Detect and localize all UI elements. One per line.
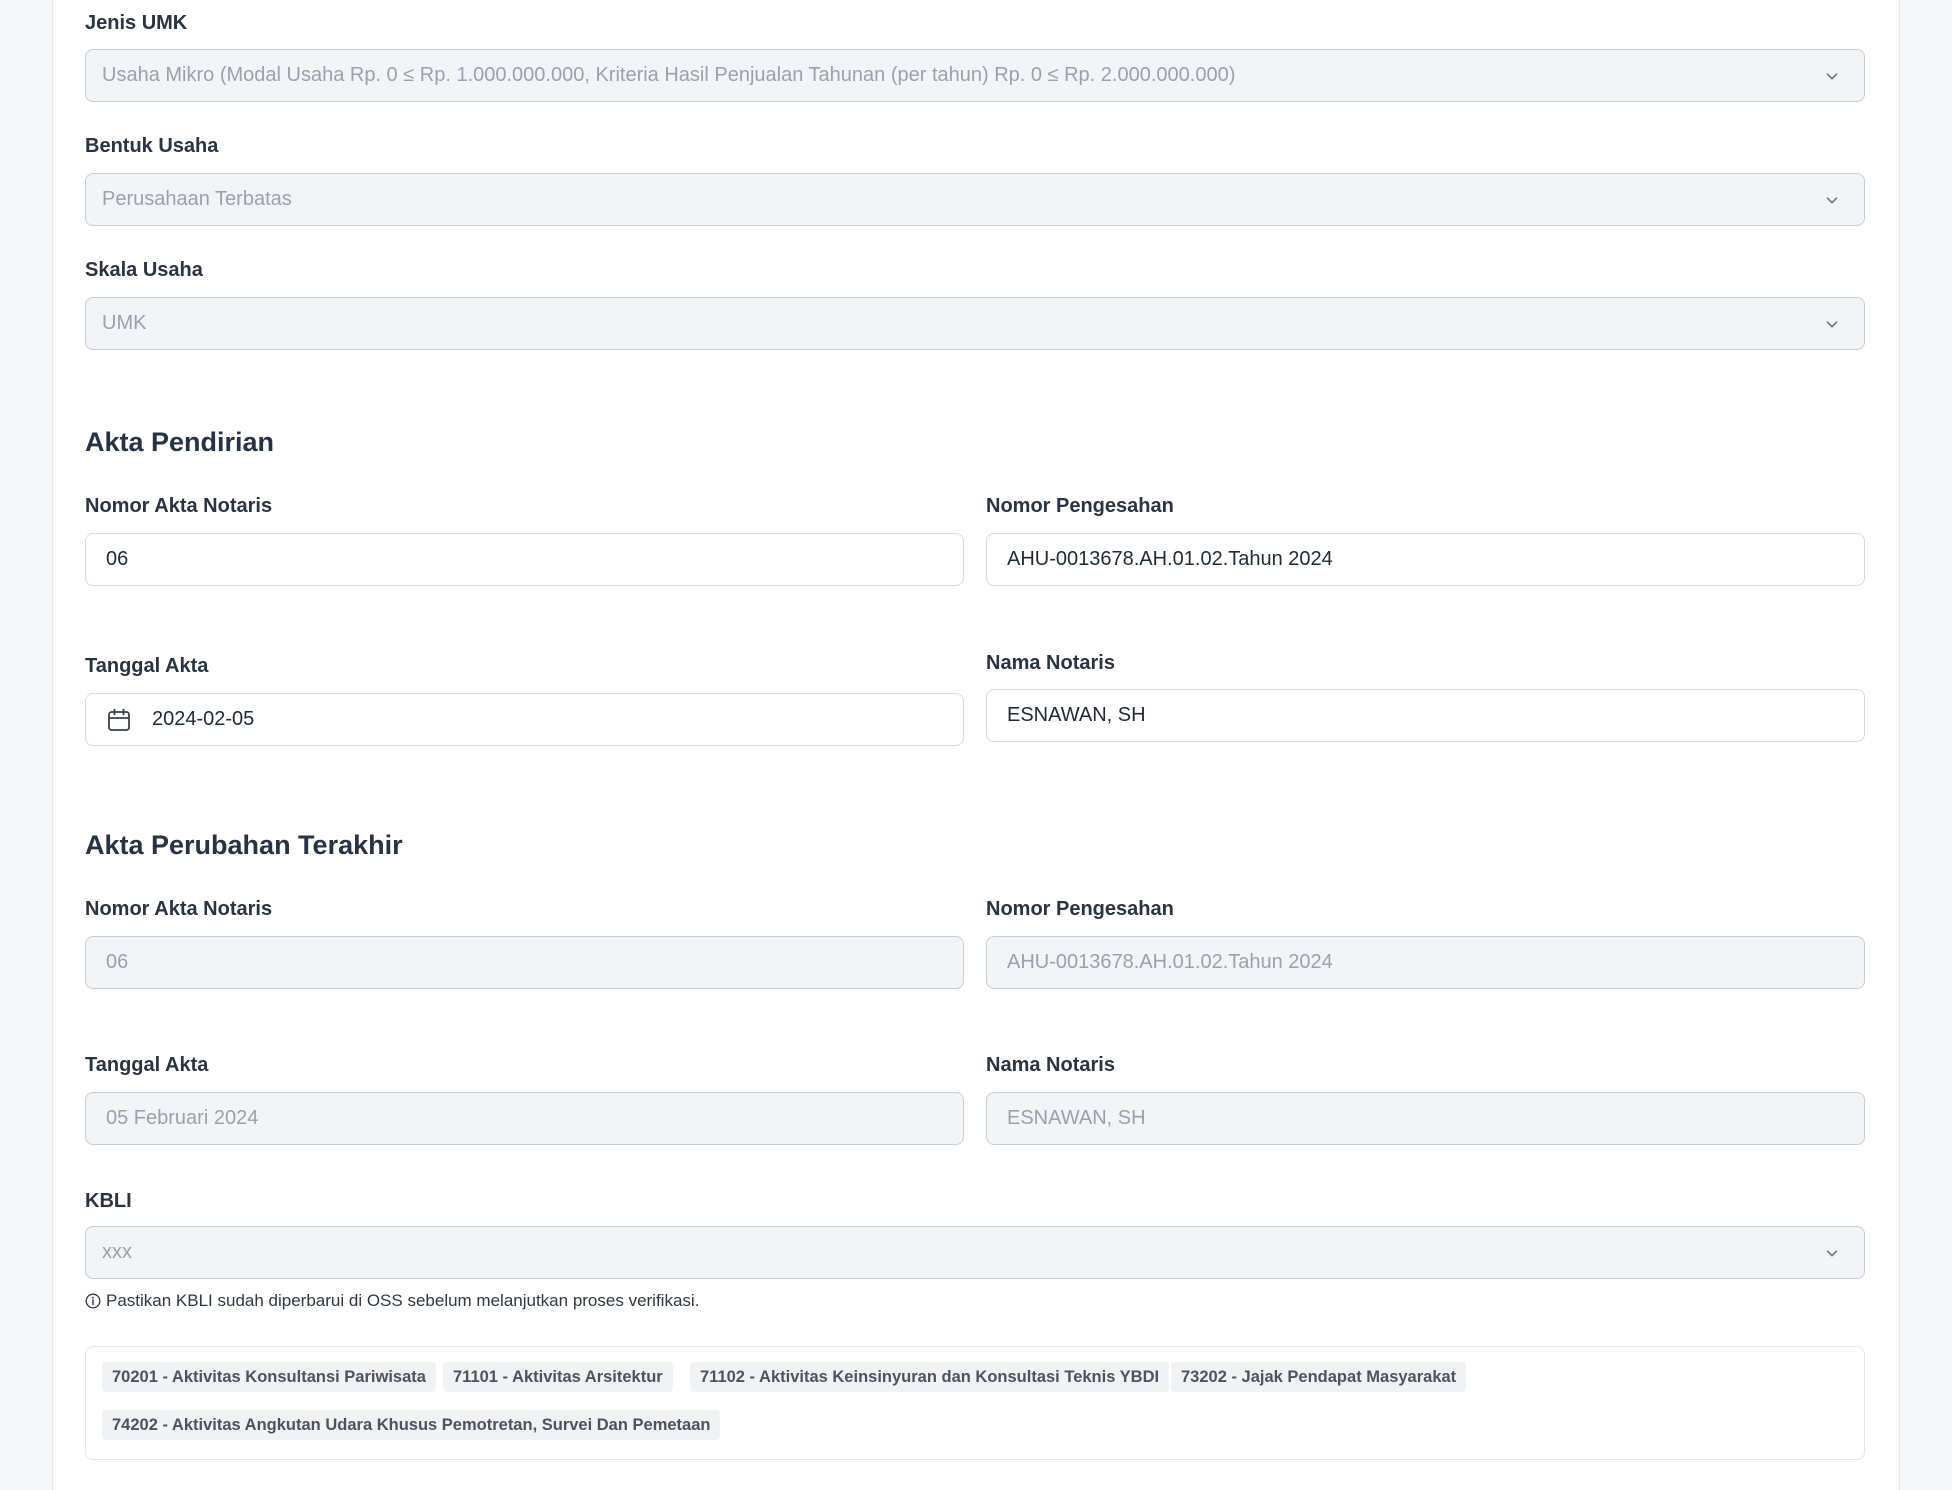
perubahan-nomor-akta-input[interactable]: 06 — [85, 936, 964, 989]
info-circle-icon — [85, 1293, 101, 1309]
pendirian-tanggal-value: 2024-02-05 — [152, 708, 255, 730]
skala-usaha-select[interactable]: UMK — [85, 297, 1865, 350]
perubahan-tanggal-value: 05 Februari 2024 — [106, 1107, 259, 1129]
pendirian-nama-notaris-value: ESNAWAN, SH — [1007, 704, 1146, 726]
perubahan-nomor-pengesahan-label: Nomor Pengesahan — [986, 898, 1174, 920]
chevron-down-icon — [1822, 314, 1842, 334]
jenis-umk-value: Usaha Mikro (Modal Usaha Rp. 0 ≤ Rp. 1.0… — [102, 64, 1236, 86]
pendirian-nomor-akta-input[interactable]: 06 — [85, 533, 964, 586]
jenis-umk-select[interactable]: Usaha Mikro (Modal Usaha Rp. 0 ≤ Rp. 1.0… — [85, 49, 1865, 102]
kbli-tag-list: 70201 - Aktivitas Konsultansi Pariwisata… — [85, 1346, 1865, 1460]
kbli-tag: 71102 - Aktivitas Keinsinyuran dan Konsu… — [690, 1362, 1170, 1392]
jenis-umk-label: Jenis UMK — [85, 12, 188, 34]
kbli-label: KBLI — [85, 1190, 132, 1212]
pendirian-nomor-akta-value: 06 — [106, 548, 129, 570]
bentuk-usaha-label: Bentuk Usaha — [85, 135, 219, 157]
perubahan-tanggal-input[interactable]: 05 Februari 2024 — [85, 1092, 964, 1145]
akta-perubahan-heading: Akta Perubahan Terakhir — [85, 830, 403, 860]
perubahan-nama-notaris-value: ESNAWAN, SH — [1007, 1107, 1146, 1129]
kbli-select[interactable]: xxx — [85, 1226, 1865, 1279]
perubahan-nomor-akta-label: Nomor Akta Notaris — [85, 898, 273, 920]
kbli-hint: Pastikan KBLI sudah diperbarui di OSS se… — [85, 1291, 699, 1311]
perubahan-nama-notaris-label: Nama Notaris — [986, 1054, 1115, 1076]
calendar-icon — [106, 706, 134, 734]
pendirian-tanggal-label: Tanggal Akta — [85, 655, 209, 677]
bentuk-usaha-select[interactable]: Perusahaan Terbatas — [85, 173, 1865, 226]
kbli-hint-text: Pastikan KBLI sudah diperbarui di OSS se… — [106, 1291, 700, 1310]
kbli-tag: 70201 - Aktivitas Konsultansi Pariwisata — [102, 1362, 436, 1392]
kbli-select-value: xxx — [102, 1241, 132, 1263]
pendirian-nomor-akta-label: Nomor Akta Notaris — [85, 495, 273, 517]
perubahan-nomor-pengesahan-value: AHU-0013678.AH.01.02.Tahun 2024 — [1007, 951, 1333, 973]
perubahan-nama-notaris-input[interactable]: ESNAWAN, SH — [986, 1092, 1865, 1145]
chevron-down-icon — [1822, 1243, 1842, 1263]
pendirian-nama-notaris-label: Nama Notaris — [986, 652, 1115, 674]
chevron-down-icon — [1822, 66, 1842, 86]
chevron-down-icon — [1822, 190, 1842, 210]
perubahan-nomor-pengesahan-input[interactable]: AHU-0013678.AH.01.02.Tahun 2024 — [986, 936, 1865, 989]
bentuk-usaha-value: Perusahaan Terbatas — [102, 188, 292, 210]
akta-pendirian-heading: Akta Pendirian — [85, 427, 275, 457]
pendirian-tanggal-datepicker[interactable]: 2024-02-05 — [85, 693, 964, 746]
pendirian-nomor-pengesahan-label: Nomor Pengesahan — [986, 495, 1174, 517]
kbli-tag: 74202 - Aktivitas Angkutan Udara Khusus … — [102, 1410, 721, 1440]
kbli-tag: 71101 - Aktivitas Arsitektur — [443, 1362, 673, 1392]
perubahan-tanggal-label: Tanggal Akta — [85, 1054, 209, 1076]
skala-usaha-label: Skala Usaha — [85, 259, 203, 281]
skala-usaha-value: UMK — [102, 312, 147, 334]
pendirian-nama-notaris-input[interactable]: ESNAWAN, SH — [986, 689, 1865, 742]
perubahan-nomor-akta-value: 06 — [106, 951, 129, 973]
kbli-tag: 73202 - Jajak Pendapat Masyarakat — [1171, 1362, 1467, 1392]
pendirian-nomor-pengesahan-input[interactable]: AHU-0013678.AH.01.02.Tahun 2024 — [986, 533, 1865, 586]
pendirian-nomor-pengesahan-value: AHU-0013678.AH.01.02.Tahun 2024 — [1007, 548, 1333, 570]
